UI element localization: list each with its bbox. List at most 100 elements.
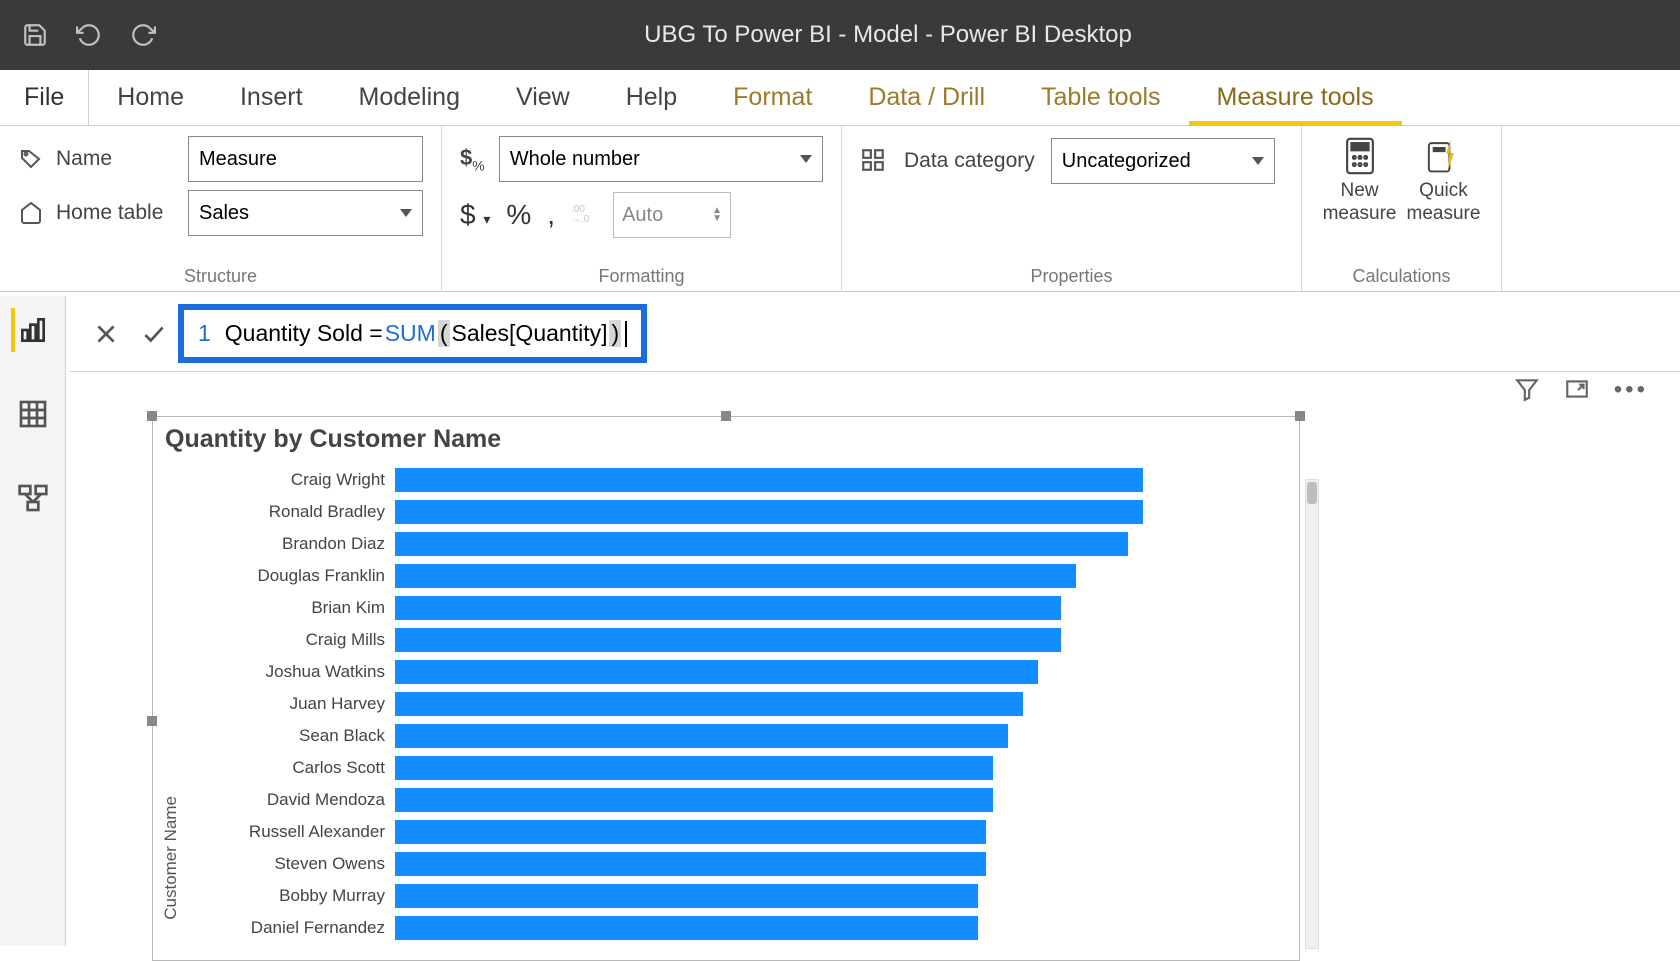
bar-row: Steven Owens [185,848,1287,880]
quick-calculator-icon [1425,136,1461,176]
text-cursor [625,321,627,347]
bar-chart-visual[interactable]: Quantity by Customer Name Customer Name … [152,416,1300,961]
bar[interactable] [395,852,986,876]
decimals-input[interactable]: Auto ▲▼ [613,192,731,238]
home-table-value: Sales [199,202,249,225]
bar[interactable] [395,596,1061,620]
resize-handle[interactable] [1295,411,1305,421]
bar[interactable] [395,820,986,844]
report-canvas[interactable]: ••• Quantity by Customer Name Customer N… [66,372,1680,945]
chart-plot-area: Craig WrightRonald BradleyBrandon DiazDo… [185,464,1299,950]
comma-button[interactable]: , [547,199,555,231]
bar-row: David Mendoza [185,784,1287,816]
bar-row: Juan Harvey [185,688,1287,720]
data-view-button[interactable] [11,392,55,436]
bar[interactable] [395,532,1128,556]
category-label: Bobby Murray [185,886,395,906]
y-axis-label: Customer Name [157,796,185,920]
tab-view[interactable]: View [488,70,598,125]
category-label: David Mendoza [185,790,395,810]
bar[interactable] [395,724,1008,748]
quick-measure-button[interactable]: Quick measure [1407,136,1481,226]
bar-row: Craig Mills [185,624,1287,656]
category-label: Carlos Scott [185,758,395,778]
resize-handle[interactable] [147,411,157,421]
category-label: Craig Mills [185,630,395,650]
bar[interactable] [395,660,1038,684]
group-structure: Name Home table Sales Structure [0,126,442,291]
scrollbar-thumb[interactable] [1307,482,1317,504]
redo-icon[interactable] [130,22,156,48]
tab-help[interactable]: Help [598,70,705,125]
report-view-button[interactable] [11,308,55,352]
formula-open-paren: ( [438,320,450,347]
data-category-label: Data category [904,149,1035,173]
bar[interactable] [395,756,993,780]
chevron-down-icon [400,209,412,217]
group-calculations: New measure Quick measure Calculations [1302,126,1502,291]
bar[interactable] [395,468,1143,492]
group-label-formatting: Formatting [460,266,823,287]
tab-measure-tools[interactable]: Measure tools [1189,70,1402,125]
category-label: Daniel Fernandez [185,918,395,938]
focus-mode-icon[interactable] [1564,376,1590,407]
tab-table-tools[interactable]: Table tools [1013,70,1189,125]
ribbon-tabs: File Home Insert Modeling View Help Form… [0,70,1680,126]
chevron-down-icon [1252,157,1264,165]
cancel-formula-button[interactable] [82,310,130,358]
decimals-placeholder: Auto [622,204,663,227]
bar-row: Douglas Franklin [185,560,1287,592]
view-switcher [0,296,66,946]
formula-editor[interactable]: 1 Quantity Sold = SUM ( Sales[Quantity] … [178,304,647,363]
tab-data-drill[interactable]: Data / Drill [840,70,1013,125]
filter-icon[interactable] [1514,376,1540,407]
format-dropdown[interactable]: Whole number [499,136,823,182]
bar[interactable] [395,628,1061,652]
category-icon [860,147,888,175]
tab-file[interactable]: File [0,70,89,125]
group-label-properties: Properties [860,266,1283,287]
bar-row: Sean Black [185,720,1287,752]
bar[interactable] [395,692,1023,716]
bar[interactable] [395,788,993,812]
chart-scrollbar[interactable] [1305,479,1319,949]
category-label: Craig Wright [185,470,395,490]
resize-handle[interactable] [721,411,731,421]
home-table-dropdown[interactable]: Sales [188,190,423,236]
model-view-button[interactable] [11,476,55,520]
save-icon[interactable] [22,22,48,48]
commit-formula-button[interactable] [130,310,178,358]
new-measure-l1: New [1341,180,1379,203]
bar[interactable] [395,500,1143,524]
bar-row: Brian Kim [185,592,1287,624]
decimal-icon[interactable]: .00→.0 [571,199,597,231]
formula-close-paren: ) [609,320,621,347]
new-measure-button[interactable]: New measure [1323,136,1397,226]
undo-icon[interactable] [76,22,102,48]
svg-text:→.0: →.0 [571,214,590,224]
group-label-structure: Structure [18,266,423,287]
percent-button[interactable]: % [506,199,531,231]
bar[interactable] [395,884,978,908]
bar-row: Daniel Fernandez [185,912,1287,944]
category-label: Brian Kim [185,598,395,618]
bar-row: Brandon Diaz [185,528,1287,560]
bar[interactable] [395,564,1076,588]
name-input[interactable] [188,136,423,182]
bar[interactable] [395,916,978,940]
currency-format-icon: $% [460,145,485,173]
tab-insert[interactable]: Insert [212,70,331,125]
data-category-value: Uncategorized [1062,150,1191,173]
tab-format[interactable]: Format [705,70,840,125]
calculator-icon [1342,136,1378,176]
currency-button[interactable]: $ ▾ [460,199,490,231]
group-formatting: $% Whole number $ ▾ % , .00→.0 Auto ▲▼ F… [442,126,842,291]
tab-home[interactable]: Home [89,70,212,125]
bar-row: Craig Wright [185,464,1287,496]
more-options-icon[interactable]: ••• [1614,376,1648,407]
data-category-dropdown[interactable]: Uncategorized [1051,138,1275,184]
tab-modeling[interactable]: Modeling [331,70,488,125]
formula-prefix: Quantity Sold = [225,320,383,347]
quick-measure-l2: measure [1407,203,1481,226]
home-table-label: Home table [56,201,176,225]
